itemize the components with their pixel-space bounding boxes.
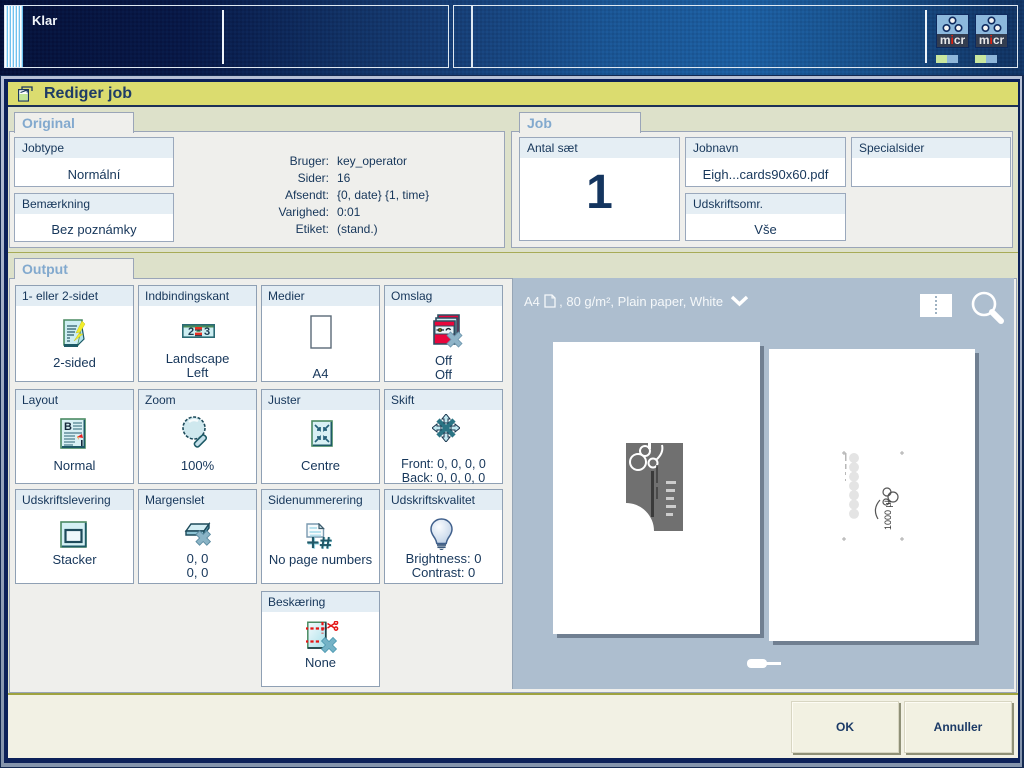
svg-text:3: 3 xyxy=(204,326,210,338)
svg-text:1000 µl: 1000 µl xyxy=(883,500,893,530)
svg-text:B: B xyxy=(64,421,72,433)
svg-text:2: 2 xyxy=(188,326,194,338)
